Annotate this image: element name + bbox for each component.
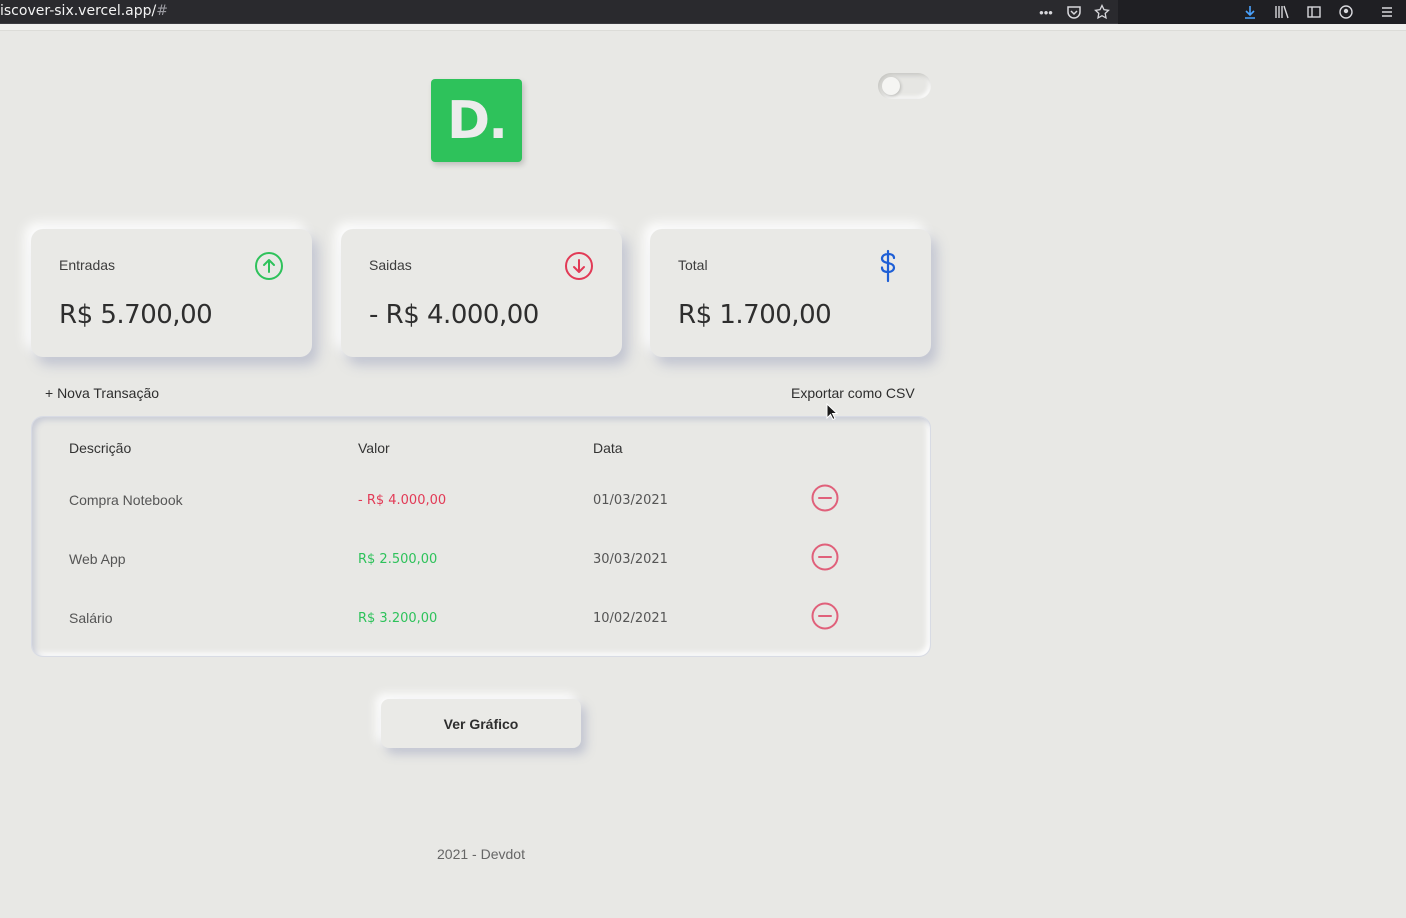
- row-value: - R$ 4.000,00: [358, 493, 447, 508]
- income-label: Entradas: [59, 257, 116, 273]
- more-actions-icon[interactable]: •••: [1036, 2, 1056, 22]
- sidebar-icon[interactable]: [1304, 2, 1324, 22]
- url-bar[interactable]: iscover-six.vercel.app/# •••: [0, 0, 1118, 24]
- url-text[interactable]: iscover-six.vercel.app/#: [0, 3, 168, 19]
- header-value: Valor: [358, 440, 390, 456]
- app-logo: D.: [431, 79, 522, 162]
- header-date: Data: [593, 440, 623, 456]
- library-icon[interactable]: [1272, 2, 1292, 22]
- export-csv-button[interactable]: Exportar como CSV: [791, 385, 915, 401]
- expense-label: Saidas: [369, 257, 412, 273]
- mouse-cursor-icon: [826, 402, 839, 421]
- footer-text: 2021 - Devdot: [437, 846, 525, 862]
- row-date: 01/03/2021: [593, 493, 668, 508]
- account-icon[interactable]: [1336, 2, 1356, 22]
- arrow-up-circle-icon: [254, 251, 284, 281]
- row-date: 10/02/2021: [593, 611, 668, 626]
- row-description: Salário: [69, 610, 113, 626]
- total-value: R$ 1.700,00: [678, 300, 832, 330]
- expense-card: Saidas - R$ 4.000,00: [341, 229, 622, 357]
- total-label: Total: [678, 257, 708, 273]
- income-value: R$ 5.700,00: [59, 300, 213, 330]
- new-transaction-button[interactable]: + Nova Transação: [45, 385, 159, 401]
- menu-icon[interactable]: [1377, 2, 1397, 22]
- arrow-down-circle-icon: [564, 251, 594, 281]
- view-chart-button[interactable]: Ver Gráfico: [381, 699, 581, 748]
- income-card: Entradas R$ 5.700,00: [31, 229, 312, 357]
- row-value: R$ 2.500,00: [358, 552, 438, 567]
- downloads-icon[interactable]: [1240, 2, 1260, 22]
- bookmark-star-icon[interactable]: [1092, 2, 1112, 22]
- row-description: Web App: [69, 551, 126, 567]
- pocket-icon[interactable]: [1064, 2, 1084, 22]
- row-value: R$ 3.200,00: [358, 611, 438, 626]
- header-description: Descrição: [69, 440, 132, 456]
- dollar-sign-icon: [873, 249, 903, 283]
- row-date: 30/03/2021: [593, 552, 668, 567]
- row-description: Compra Notebook: [69, 492, 183, 508]
- browser-toolbar: iscover-six.vercel.app/# •••: [0, 0, 1406, 24]
- expense-value: - R$ 4.000,00: [369, 300, 539, 330]
- theme-toggle[interactable]: [878, 73, 931, 99]
- total-card: Total R$ 1.700,00: [650, 229, 931, 357]
- transactions-table: [31, 416, 931, 657]
- toggle-knob[interactable]: [882, 77, 900, 95]
- remove-transaction-icon[interactable]: [811, 543, 839, 571]
- browser-content-edge: [0, 24, 1406, 31]
- remove-transaction-icon[interactable]: [811, 602, 839, 630]
- remove-transaction-icon[interactable]: [811, 484, 839, 512]
